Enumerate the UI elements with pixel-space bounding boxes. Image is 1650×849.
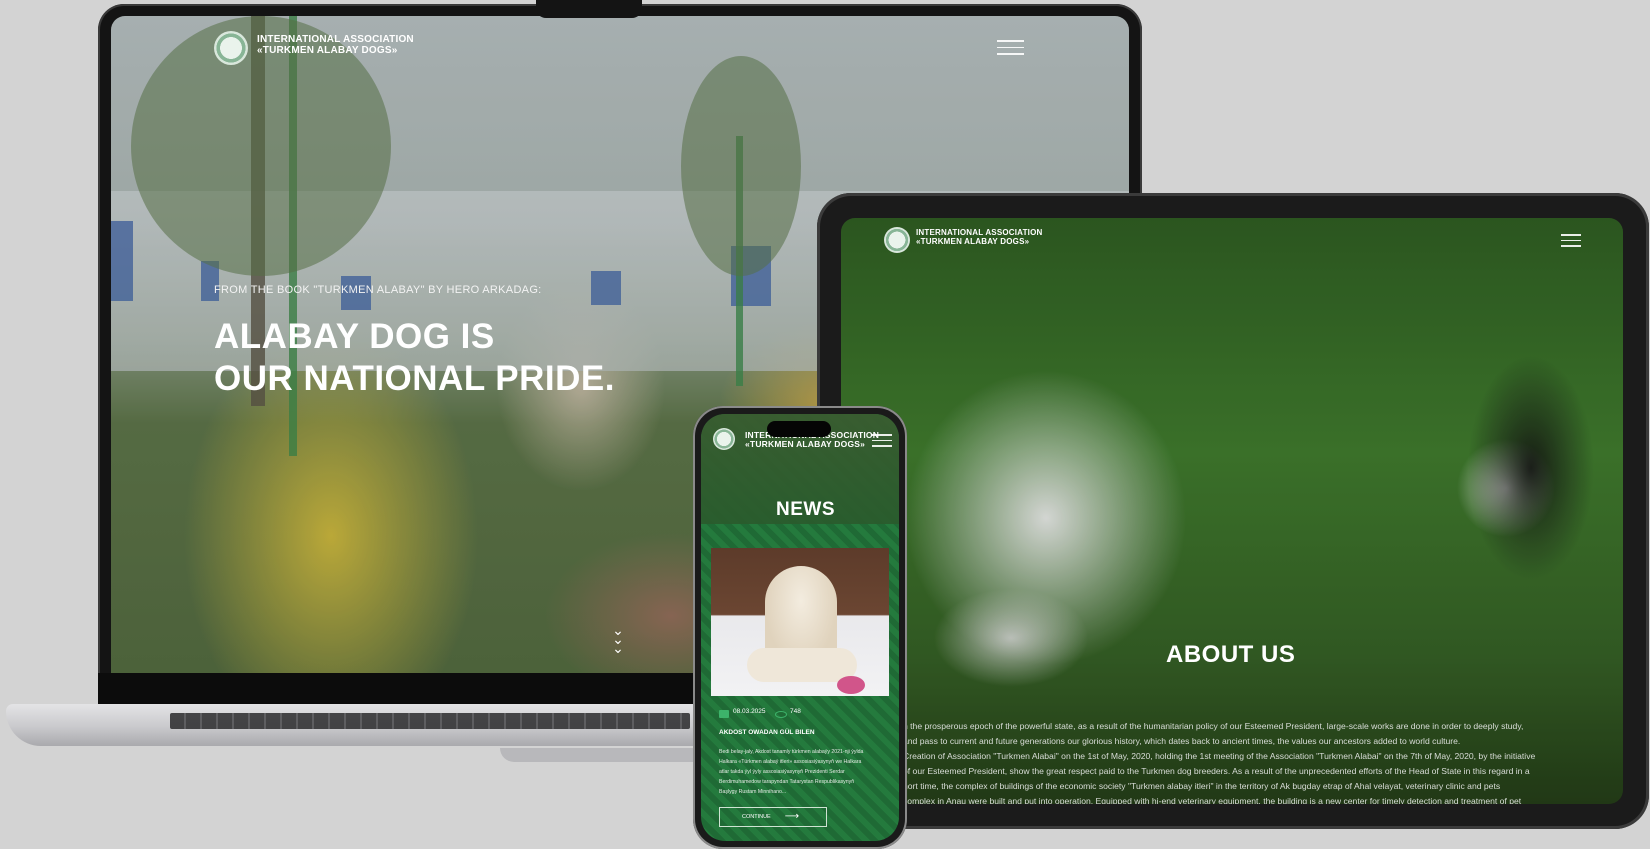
brand-line-2: «TURKMEN ALABAY DOGS» [745,439,866,450]
news-views: 748 [790,708,801,715]
excerpt-line: Başlygy Rustam Minnihano... [719,789,787,795]
hero-title-line-2: OUR NATIONAL PRIDE. [214,359,615,398]
continue-label: CONTINUE [742,814,771,820]
hamburger-menu-icon[interactable] [1561,234,1581,247]
news-date: 08.03.2025 [733,708,766,715]
association-logo-icon[interactable] [214,31,248,65]
excerpt-line: Berdimuhamedow tarapyndan Tatarystan Res… [719,779,855,785]
scroll-down-chevrons-icon[interactable]: ⌄ ⌄ ⌄ [608,623,628,655]
brand-name[interactable]: INTERNATIONAL ASSOCIATION «TURKMEN ALABA… [257,34,414,56]
laptop-notch [536,0,642,18]
about-line: of our Esteemed President, show the grea… [903,766,1530,776]
about-line: complex in Anau were built and put into … [903,796,1522,804]
tablet-overlay [841,218,1623,804]
flower-bouquet [837,676,865,694]
hamburger-menu-icon[interactable] [872,434,892,447]
excerpt-line: Halkara «Türkmen alabaý itleri» assosias… [719,759,862,765]
about-line: Creation of Association "Turkmen Alabai"… [903,751,1536,761]
brand-line-2: «TURKMEN ALABAY DOGS» [257,45,398,56]
hero-title: ALABAY DOG IS OUR NATIONAL PRIDE. [214,316,615,400]
long-arrow-right-icon: ⟶ [784,811,800,822]
about-line: n the prosperous epoch of the powerful s… [903,721,1524,731]
brand-name[interactable]: INTERNATIONAL ASSOCIATION «TURKMEN ALABA… [916,228,1042,247]
about-line: hort time, the complex of buildings of t… [903,781,1501,791]
hero-subtitle: FROM THE BOOK "TURKMEN ALABAY" BY HERO A… [214,284,542,296]
about-us-paragraph: n the prosperous epoch of the powerful s… [903,719,1535,804]
dog-body [747,648,857,682]
phone-dynamic-island [767,421,831,437]
excerpt-line: atlar takda ýyl ýyly assosiasiýasynyň Pr… [719,769,845,775]
excerpt-line: Bedi belay-jaly, Akdost tanamly türkmen … [719,749,864,755]
tablet-screen: INTERNATIONAL ASSOCIATION «TURKMEN ALABA… [841,218,1623,804]
laptop-keyboard [170,713,690,729]
news-article-excerpt: Bedi belay-jaly, Akdost tanamly türkmen … [719,747,863,797]
about-us-title: ABOUT US [1166,641,1296,668]
phone-screen: INTERNATIONAL ASSOCIATION «TURKMEN ALABA… [701,414,899,841]
continue-button[interactable]: CONTINUE ⟶ [719,807,827,827]
association-logo-icon[interactable] [713,428,735,450]
news-title: NEWS [776,499,835,520]
calendar-icon [719,710,729,718]
association-logo-icon[interactable] [884,227,910,253]
hero-title-line-1: ALABAY DOG IS [214,317,495,356]
brand-line-2: «TURKMEN ALABAY DOGS» [916,236,1030,246]
about-line: and pass to current and future generatio… [903,736,1461,746]
news-article-image[interactable] [711,548,889,696]
news-article-title[interactable]: AKDOST OWADAN GÜL BILEN [719,729,815,736]
hamburger-menu-icon[interactable] [997,40,1024,55]
brand-line-1: INTERNATIONAL ASSOCIATION [257,34,414,45]
eye-icon [775,711,787,718]
